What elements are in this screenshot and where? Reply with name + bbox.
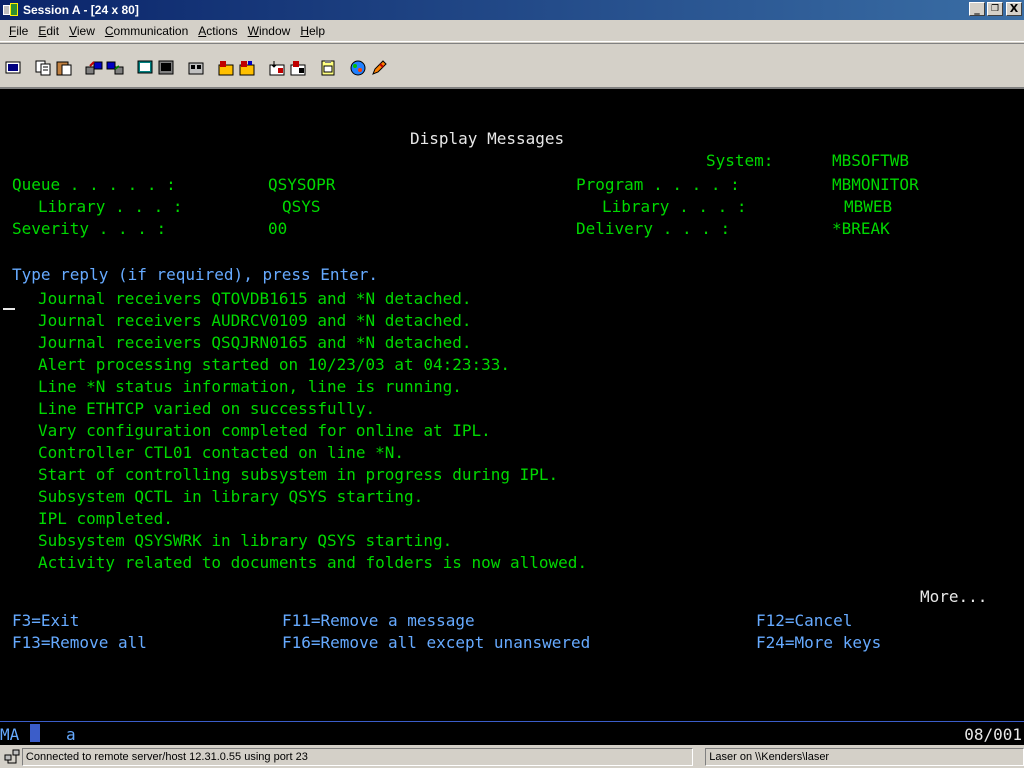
program-label: Program . . . . : xyxy=(576,175,740,194)
input-cursor-box xyxy=(30,724,40,742)
close-button[interactable]: X xyxy=(1006,2,1022,16)
network-connection-icon xyxy=(2,748,22,766)
f13-remove-all-key[interactable]: F13=Remove all xyxy=(12,633,147,653)
text-cursor xyxy=(3,308,15,310)
queue-library-label: Library . . . : xyxy=(38,197,183,216)
queue-value: QSYSOPR xyxy=(268,175,336,194)
color-palette-icon[interactable] xyxy=(348,58,368,78)
input-char: a xyxy=(66,725,76,744)
message-line[interactable]: Vary configuration completed for online … xyxy=(38,421,491,441)
keyboard-map-icon[interactable] xyxy=(267,58,287,78)
system-value: MBSOFTWB xyxy=(832,151,910,170)
title-bar: Session A - [24 x 80] _ ❐ X xyxy=(0,0,1024,20)
status-bar: Connected to remote server/host 12.31.0.… xyxy=(0,746,1024,768)
f3-exit-key[interactable]: F3=Exit xyxy=(12,611,79,631)
program-library-label: Library . . . : xyxy=(602,197,747,216)
menu-communication[interactable]: Communication xyxy=(100,24,193,38)
message-line[interactable]: Start of controlling subsystem in progre… xyxy=(38,465,558,485)
minimize-button[interactable]: _ xyxy=(969,2,985,16)
f12-cancel-key[interactable]: F12=Cancel xyxy=(756,611,852,631)
menu-window[interactable]: Window xyxy=(243,24,296,38)
instruction-text: Type reply (if required), press Enter. xyxy=(12,265,379,284)
menu-actions[interactable]: Actions xyxy=(193,24,242,38)
record-macro-icon[interactable] xyxy=(186,58,206,78)
window-title: Session A - [24 x 80] xyxy=(23,3,139,17)
message-line[interactable]: IPL completed. xyxy=(38,509,173,529)
stop-icon[interactable] xyxy=(216,58,236,78)
edit-icon[interactable] xyxy=(369,58,389,78)
session-icon[interactable] xyxy=(3,3,19,17)
message-line[interactable]: Subsystem QCTL in library QSYS starting. xyxy=(38,487,423,507)
copy-icon[interactable] xyxy=(33,58,53,78)
menu-edit[interactable]: Edit xyxy=(33,24,64,38)
toolbar xyxy=(0,43,1024,85)
session-indicator: MA xyxy=(0,725,20,744)
message-line[interactable]: Alert processing started on 10/23/03 at … xyxy=(38,355,510,375)
paste-icon[interactable] xyxy=(54,58,74,78)
clipboard-icon[interactable] xyxy=(318,58,338,78)
severity-value: 00 xyxy=(268,219,288,238)
message-line[interactable]: Journal receivers AUDRCV0109 and *N deta… xyxy=(38,311,471,331)
message-line[interactable]: Line *N status information, line is runn… xyxy=(38,377,462,397)
message-line[interactable]: Activity related to documents and folder… xyxy=(38,553,587,573)
f16-remove-all-except-key[interactable]: F16=Remove all except unanswered xyxy=(282,633,590,653)
restore-button[interactable]: ❐ xyxy=(987,2,1003,16)
f24-more-keys-key[interactable]: F24=More keys xyxy=(756,633,881,653)
cursor-position: 08/001 xyxy=(964,725,1022,744)
message-line[interactable]: Journal receivers QTOVDB1615 and *N deta… xyxy=(38,289,471,309)
system-label: System: xyxy=(706,151,774,170)
f11-remove-message-key[interactable]: F11=Remove a message xyxy=(282,611,475,631)
more-indicator: More... xyxy=(920,587,988,606)
printer-status: Laser on \\Kenders\laser xyxy=(705,748,1024,766)
connection-status: Connected to remote server/host 12.31.0.… xyxy=(21,748,694,766)
delivery-value: *BREAK xyxy=(832,219,890,238)
receive-file-icon[interactable] xyxy=(105,58,125,78)
screen-heading: Display Messages xyxy=(410,129,565,148)
popup-keypad-icon[interactable] xyxy=(288,58,308,78)
print-screen-icon[interactable] xyxy=(3,58,23,78)
play-icon[interactable] xyxy=(237,58,257,78)
message-line[interactable]: Controller CTL01 contacted on line *N. xyxy=(38,443,404,463)
message-line[interactable]: Subsystem QSYSWRK in library QSYS starti… xyxy=(38,531,452,551)
menu-help[interactable]: Help xyxy=(295,24,330,38)
queue-label: Queue . . . . . : xyxy=(12,175,176,194)
program-library-value: MBWEB xyxy=(844,197,893,216)
macro-icon[interactable] xyxy=(156,58,176,78)
operator-info-area: MA a 08/001 xyxy=(0,721,1024,745)
send-file-icon[interactable] xyxy=(84,58,104,78)
display-icon[interactable] xyxy=(135,58,155,78)
message-line[interactable]: Journal receivers QSQJRN0165 and *N deta… xyxy=(38,333,471,353)
message-line[interactable]: Line ETHTCP varied on successfully. xyxy=(38,399,375,419)
delivery-label: Delivery . . . : xyxy=(576,219,731,238)
program-value: MBMONITOR xyxy=(832,175,919,194)
severity-label: Severity . . . : xyxy=(12,219,167,238)
menu-bar: File Edit View Communication Actions Win… xyxy=(0,20,1024,42)
menu-view[interactable]: View xyxy=(64,24,100,38)
menu-file[interactable]: File xyxy=(4,24,33,38)
queue-library-value: QSYS xyxy=(282,197,321,216)
terminal-screen[interactable]: Display Messages System: MBSOFTWB Queue … xyxy=(0,87,1024,721)
